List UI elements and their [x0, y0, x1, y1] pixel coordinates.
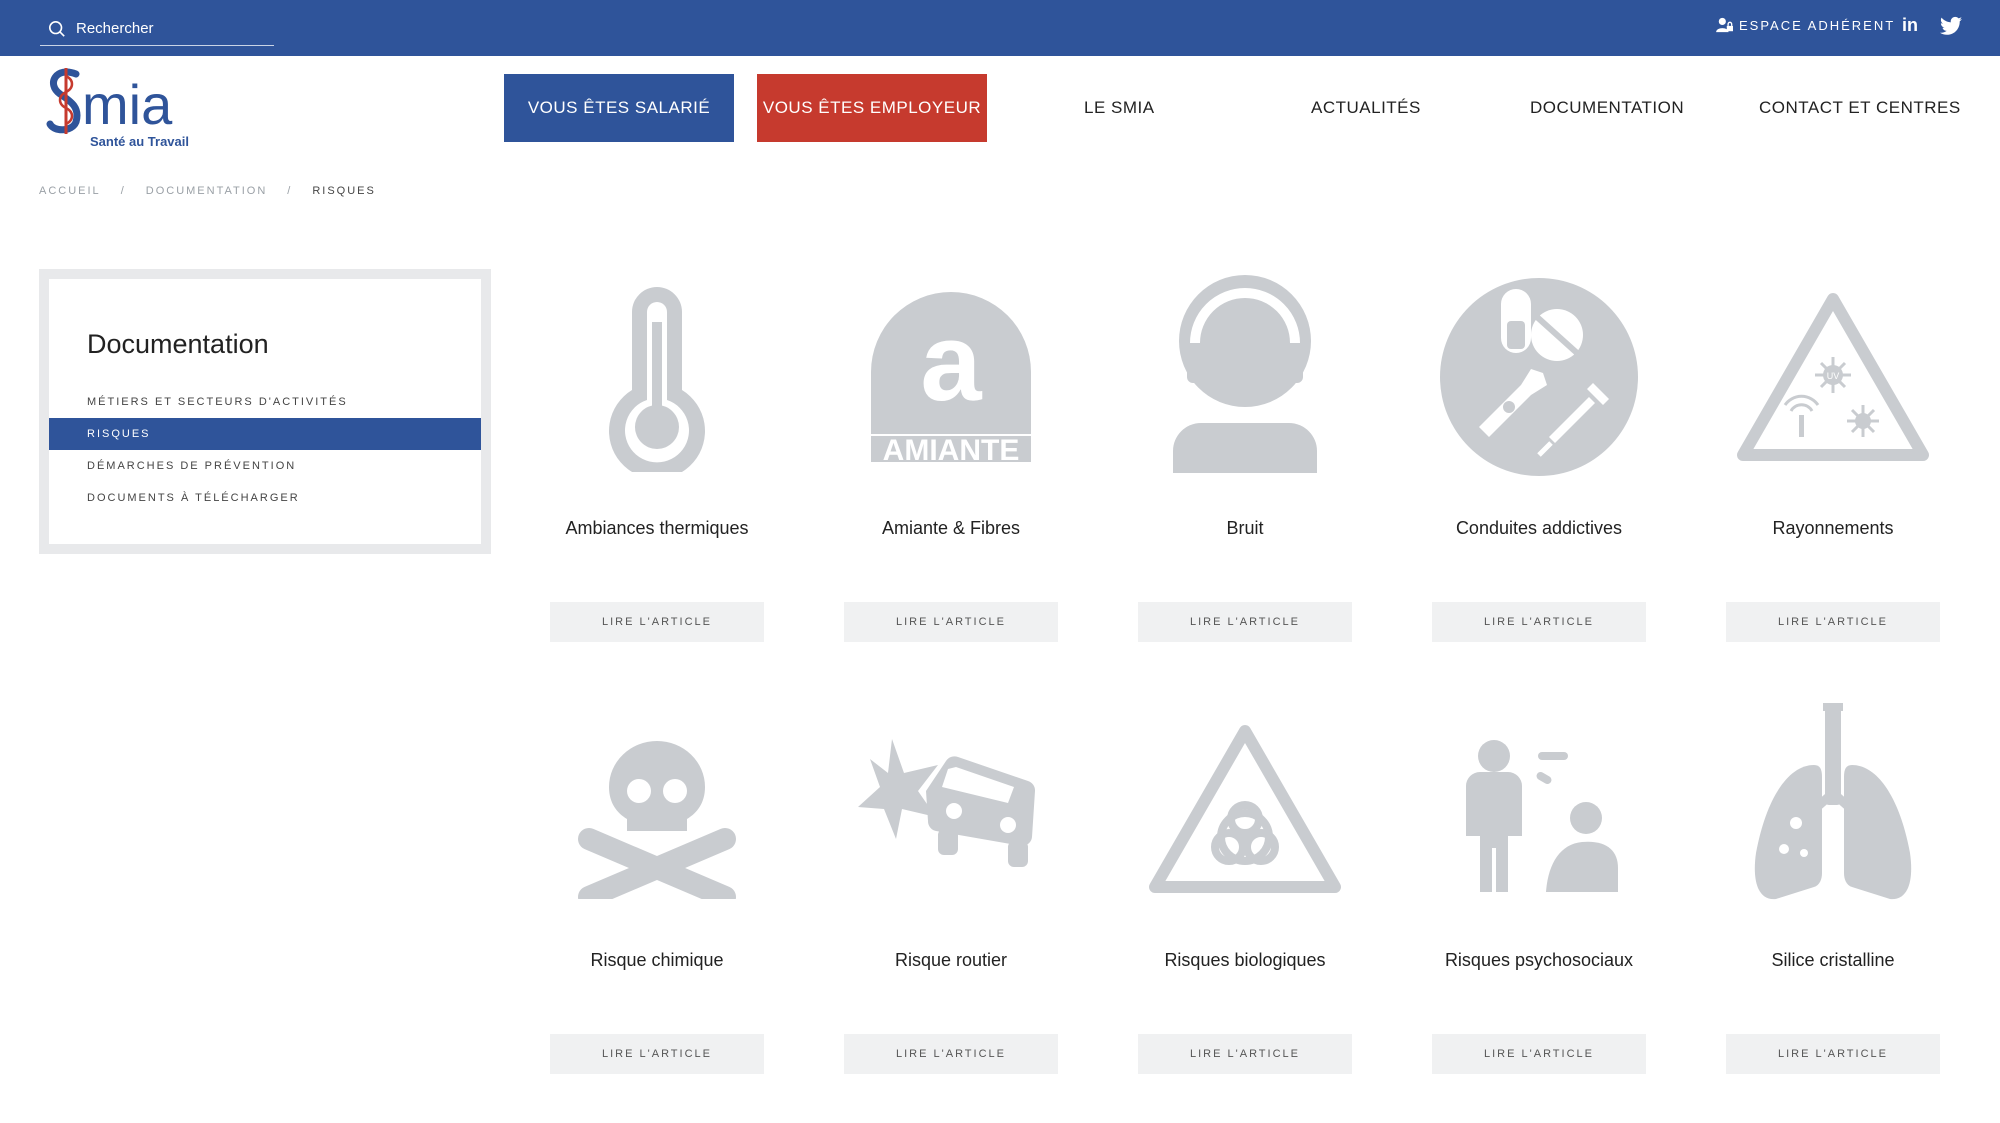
nav-contact[interactable]: CONTACT ET CENTRES [1759, 98, 1961, 118]
uv-text: UV [1827, 371, 1840, 381]
amiante-text: AMIANTE [883, 434, 1020, 462]
card-title: Conduites addictives [1455, 518, 1623, 538]
addiction-icon [1432, 272, 1646, 482]
nav-actualites[interactable]: ACTUALITÉS [1311, 98, 1421, 118]
nav-le-smia[interactable]: LE SMIA [1084, 98, 1155, 118]
sidebar-item-documents[interactable]: DOCUMENTS À TÉLÉCHARGER [49, 482, 481, 514]
search-icon[interactable] [48, 20, 66, 38]
read-article-button[interactable]: LIRE L'ARTICLE [1432, 1034, 1646, 1074]
sidebar-item-risques[interactable]: RISQUES [49, 418, 481, 450]
breadcrumb-accueil[interactable]: ACCUEIL [39, 185, 101, 197]
breadcrumb-documentation[interactable]: DOCUMENTATION [146, 185, 268, 197]
read-article-button[interactable]: LIRE L'ARTICLE [550, 1034, 764, 1074]
card-title: Amiante & Fibres [881, 518, 1021, 538]
read-article-button[interactable]: LIRE L'ARTICLE [1726, 1034, 1940, 1074]
search-bar [40, 12, 274, 46]
top-bar: ESPACE ADHÉRENT in [0, 0, 2000, 56]
card-title: Risques psychosociaux [1444, 950, 1634, 970]
radiation-warning-icon: UV [1726, 272, 1940, 482]
sidebar-item-metiers[interactable]: MÉTIERS ET SECTEURS D'ACTIVITÉS [49, 386, 481, 418]
user-lock-icon [1716, 17, 1733, 33]
car-crash-icon [844, 704, 1058, 914]
breadcrumb-separator: / [120, 185, 126, 197]
headphones-icon [1138, 268, 1352, 478]
nav-salarie-button[interactable]: VOUS ÊTES SALARIÉ [504, 74, 734, 142]
card-title: Risques biologiques [1164, 950, 1326, 970]
read-article-button[interactable]: LIRE L'ARTICLE [844, 1034, 1058, 1074]
thermometer-icon [550, 272, 764, 482]
svg-text:mia: mia [82, 73, 173, 136]
espace-adherent-link[interactable]: ESPACE ADHÉRENT [1716, 17, 1895, 33]
espace-adherent-label: ESPACE ADHÉRENT [1739, 17, 1896, 33]
sidebar-item-demarches[interactable]: DÉMARCHES DE PRÉVENTION [49, 450, 481, 482]
logo[interactable]: mia Santé au Travail [46, 66, 206, 152]
linkedin-icon[interactable]: in [1902, 15, 1918, 36]
read-article-button[interactable]: LIRE L'ARTICLE [1138, 602, 1352, 642]
read-article-button[interactable]: LIRE L'ARTICLE [1726, 602, 1940, 642]
read-article-button[interactable]: LIRE L'ARTICLE [1432, 602, 1646, 642]
logo-subtitle: Santé au Travail [90, 134, 189, 149]
card-title: Risque routier [894, 950, 1008, 970]
skull-crossbones-icon [550, 704, 764, 914]
nav-employeur-button[interactable]: VOUS ÊTES EMPLOYEUR [757, 74, 987, 142]
card-title: Ambiances thermiques [565, 518, 749, 538]
read-article-button[interactable]: LIRE L'ARTICLE [550, 602, 764, 642]
card-title: Rayonnements [1772, 518, 1894, 538]
biohazard-icon [1138, 704, 1352, 914]
smia-logo-mark: mia [46, 68, 173, 136]
sidebar-title: Documentation [87, 329, 269, 359]
read-article-button[interactable]: LIRE L'ARTICLE [844, 602, 1058, 642]
amiante-letter: a [920, 301, 982, 424]
breadcrumb-separator: / [287, 185, 293, 197]
card-title: Bruit [1226, 518, 1264, 538]
sidebar: Documentation MÉTIERS ET SECTEURS D'ACTI… [39, 269, 491, 554]
psychosocial-icon [1432, 704, 1646, 914]
search-input[interactable] [76, 20, 266, 37]
amiante-icon: a AMIANTE [844, 272, 1058, 482]
read-article-button[interactable]: LIRE L'ARTICLE [1138, 1034, 1352, 1074]
lungs-icon [1726, 698, 1940, 908]
nav-documentation[interactable]: DOCUMENTATION [1530, 98, 1684, 118]
twitter-icon[interactable] [1940, 16, 1962, 36]
breadcrumb-current: RISQUES [312, 185, 376, 197]
card-title: Silice cristalline [1771, 950, 1895, 970]
breadcrumb: ACCUEIL / DOCUMENTATION / RISQUES [39, 185, 376, 197]
card-title: Risque chimique [590, 950, 724, 970]
